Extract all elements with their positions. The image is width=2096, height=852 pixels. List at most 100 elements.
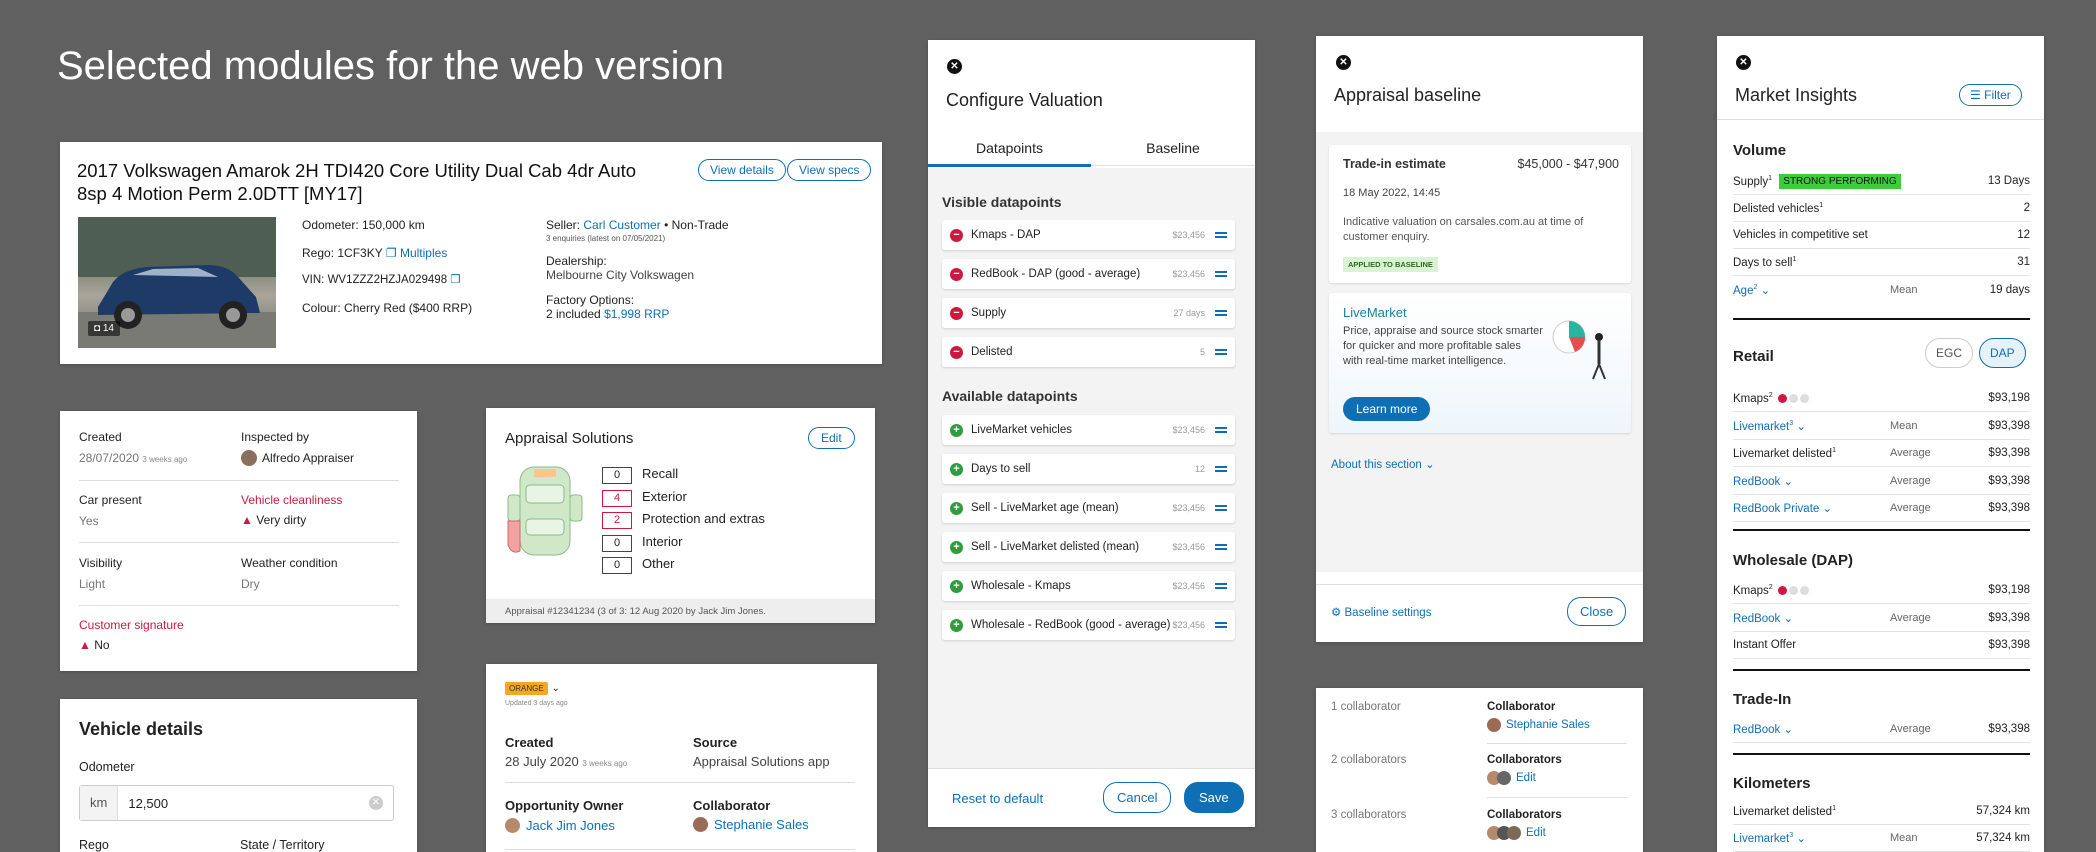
- dap-toggle[interactable]: DAP: [1979, 338, 2026, 368]
- add-icon[interactable]: +: [950, 462, 963, 476]
- datapoint-label: Wholesale - RedBook (good - average): [971, 619, 1171, 631]
- reset-to-default-link[interactable]: Reset to default: [952, 791, 1043, 806]
- learn-more-button[interactable]: Learn more: [1343, 397, 1431, 421]
- close-button[interactable]: Close: [1567, 597, 1627, 626]
- odometer-value: 150,000 km: [362, 218, 425, 232]
- seller-link[interactable]: Carl Customer: [583, 218, 660, 232]
- visible-datapoint-row[interactable]: − Supply 27 days: [942, 298, 1235, 328]
- add-icon[interactable]: +: [950, 423, 963, 437]
- insight-label[interactable]: RedBook: [1733, 724, 1780, 736]
- remove-icon[interactable]: −: [950, 345, 963, 359]
- rego-multiples-link[interactable]: Multiples: [400, 246, 447, 260]
- add-icon[interactable]: +: [950, 540, 963, 554]
- edit-collaborators-link[interactable]: Edit: [1526, 827, 1546, 839]
- drag-handle-icon[interactable]: [1215, 503, 1227, 513]
- trade-in-label: Trade-in estimate: [1343, 157, 1446, 171]
- close-icon[interactable]: ✕: [1336, 55, 1351, 70]
- avatar: [693, 817, 708, 832]
- filter-button[interactable]: ☰ Filter: [1959, 84, 2022, 106]
- available-datapoint-row[interactable]: + Sell - LiveMarket delisted (mean) $23,45…: [942, 532, 1235, 562]
- item-count: 0: [602, 557, 632, 574]
- insight-footnote: 2: [1768, 391, 1773, 399]
- insight-value: $93,398: [1988, 474, 2030, 487]
- factory-options-price[interactable]: $1,998 RRP: [604, 307, 669, 321]
- available-datapoint-row[interactable]: + Wholesale - Kmaps $23,456: [942, 571, 1235, 601]
- weather-value: Dry: [241, 577, 260, 591]
- baseline-settings-link[interactable]: ⚙ Baseline settings: [1331, 605, 1431, 619]
- odometer-field[interactable]: km 12,500 ✕: [79, 785, 394, 821]
- available-datapoint-row[interactable]: + Sell - LiveMarket age (mean) $23,456: [942, 493, 1235, 523]
- insight-row[interactable]: RedBook ⌄ Average $93,398: [1733, 468, 2030, 495]
- insight-row[interactable]: Livemarket3 ⌄ Mean 57,324 km: [1733, 825, 2030, 852]
- chevron-down-icon: ⌄: [1783, 612, 1794, 625]
- close-icon[interactable]: ✕: [1736, 55, 1751, 70]
- collaborator-name[interactable]: Stephanie Sales: [1506, 719, 1590, 731]
- insight-label[interactable]: RedBook: [1733, 476, 1780, 488]
- status-badge[interactable]: ORANGE: [505, 682, 548, 695]
- remove-icon[interactable]: −: [950, 306, 963, 320]
- collaborator-name[interactable]: Stephanie Sales: [714, 817, 809, 832]
- drag-handle-icon[interactable]: [1215, 464, 1227, 474]
- chevron-down-icon[interactable]: ⌄: [552, 683, 560, 694]
- drag-handle-icon[interactable]: [1215, 620, 1227, 630]
- drag-handle-icon[interactable]: [1215, 347, 1227, 357]
- available-datapoint-row[interactable]: + LiveMarket vehicles $23,456: [942, 415, 1235, 445]
- insight-row: Livemarket delisted1 57,324 km: [1733, 798, 2030, 825]
- edit-collaborators-link[interactable]: Edit: [1516, 772, 1536, 784]
- age-link[interactable]: Age2 ⌄: [1733, 283, 1890, 297]
- cancel-button[interactable]: Cancel: [1103, 782, 1172, 813]
- trade-in-estimate-card: Trade-in estimate $45,000 - $47,900 18 M…: [1329, 145, 1631, 283]
- rating-dot: [1799, 585, 1809, 595]
- insight-row[interactable]: RedBook Private ⌄ Average $93,398: [1733, 495, 2030, 522]
- appraisal-footer: Appraisal #12341234 (3 of 3: 12 Aug 2020…: [486, 599, 875, 623]
- odometer-input[interactable]: 12,500: [118, 796, 369, 811]
- drag-handle-icon[interactable]: [1215, 581, 1227, 591]
- remove-icon[interactable]: −: [950, 267, 963, 281]
- visible-datapoint-row[interactable]: − Kmaps - DAP $23,456: [942, 220, 1235, 250]
- view-details-button[interactable]: View details: [698, 159, 786, 181]
- datapoint-label: LiveMarket vehicles: [971, 424, 1072, 436]
- drag-handle-icon[interactable]: [1215, 230, 1227, 240]
- insight-label[interactable]: RedBook: [1733, 613, 1780, 625]
- volume-title: Volume: [1733, 142, 1787, 159]
- chevron-down-icon: ⌄: [1783, 724, 1794, 736]
- insight-label: Livemarket delisted: [1733, 805, 1833, 818]
- clear-icon[interactable]: ✕: [369, 796, 383, 810]
- about-section-link[interactable]: About this section ⌄: [1331, 457, 1435, 471]
- item-label: Protection and extras: [642, 511, 765, 526]
- insight-row[interactable]: RedBook ⌄ Average $93,398: [1733, 605, 2030, 632]
- remove-icon[interactable]: −: [950, 228, 963, 242]
- view-specs-button[interactable]: View specs: [787, 159, 872, 181]
- drag-handle-icon[interactable]: [1215, 308, 1227, 318]
- drag-handle-icon[interactable]: [1215, 269, 1227, 279]
- signature-label: Customer signature: [79, 618, 184, 632]
- insight-row[interactable]: RedBook ⌄ Average $93,398: [1733, 716, 2030, 743]
- vehicle-summary-card: 2017 Volkswagen Amarok 2H TDI420 Core Ut…: [60, 142, 882, 364]
- copy-icon[interactable]: ❐: [386, 246, 397, 260]
- available-datapoint-row[interactable]: + Days to sell 12: [942, 454, 1235, 484]
- rating-dot: [1777, 393, 1787, 403]
- drag-handle-icon[interactable]: [1215, 542, 1227, 552]
- egc-toggle[interactable]: EGC: [1925, 338, 1974, 368]
- colour-label: Colour:: [302, 301, 341, 315]
- drag-handle-icon[interactable]: [1215, 425, 1227, 435]
- vehicle-photo[interactable]: ◘ 14: [78, 217, 276, 348]
- insight-label[interactable]: RedBook Private: [1733, 503, 1819, 515]
- add-icon[interactable]: +: [950, 501, 963, 515]
- copy-vin-icon[interactable]: ❐: [450, 274, 460, 286]
- visible-datapoint-row[interactable]: − RedBook - DAP (good - average) $23,456: [942, 259, 1235, 289]
- add-icon[interactable]: +: [950, 618, 963, 632]
- edit-button[interactable]: Edit: [808, 427, 855, 449]
- save-button[interactable]: Save: [1184, 782, 1244, 813]
- tab-baseline[interactable]: Baseline: [1091, 140, 1255, 156]
- visible-datapoint-row[interactable]: − Delisted 5: [942, 337, 1235, 367]
- tab-datapoints[interactable]: Datapoints: [928, 140, 1091, 156]
- owner-name[interactable]: Jack Jim Jones: [526, 818, 615, 833]
- available-datapoint-row[interactable]: + Wholesale - RedBook (good - average) $23…: [942, 610, 1235, 640]
- insight-label[interactable]: Livemarket: [1733, 421, 1789, 433]
- insight-footnote: 1: [1832, 446, 1836, 454]
- insight-label[interactable]: Livemarket: [1733, 833, 1789, 845]
- add-icon[interactable]: +: [950, 579, 963, 593]
- close-icon[interactable]: ✕: [947, 59, 962, 74]
- insight-row[interactable]: Livemarket3 ⌄ Mean $93,398: [1733, 413, 2030, 440]
